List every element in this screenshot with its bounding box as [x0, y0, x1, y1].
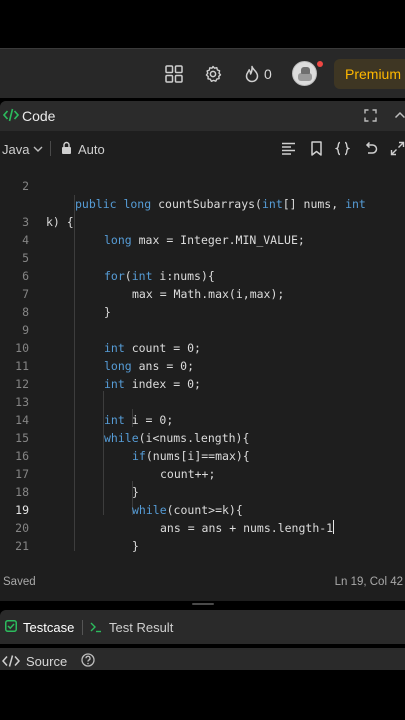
line-number: 22: [0, 555, 29, 557]
code-line: 12: [0, 357, 405, 391]
braces-icon[interactable]: [335, 141, 350, 156]
code-line: 22 }: [0, 537, 405, 555]
code-line: 14 while(i<nums.length){: [0, 393, 405, 445]
tab-testcase[interactable]: Testcase: [23, 620, 74, 635]
gear-icon[interactable]: [204, 65, 222, 83]
checkbox-icon: [5, 620, 17, 632]
code-line: 16 count++;: [0, 429, 405, 481]
code-line: 5 for(int i:nums){: [0, 231, 405, 283]
expand-icon[interactable]: [364, 109, 377, 122]
avatar[interactable]: [292, 61, 317, 86]
format-icon[interactable]: [281, 141, 296, 156]
code-line: 4: [0, 213, 405, 247]
source-label[interactable]: Source: [26, 654, 67, 669]
notification-dot: [317, 61, 323, 67]
toolbar-divider: [50, 141, 51, 156]
code-line: 6 max = Math.max(i,max);: [0, 249, 405, 301]
chevron-down-icon[interactable]: [33, 145, 43, 153]
code-line: 21 }: [0, 519, 405, 553]
avatar-shape-top: [301, 67, 310, 74]
chevron-up-icon[interactable]: [394, 109, 405, 122]
autocomplete-mode[interactable]: Auto: [78, 142, 105, 157]
top-bar: 0 Premium: [0, 48, 405, 98]
code-panel-header: Code: [0, 101, 405, 131]
code-line: 18 while(count>=k){: [0, 465, 405, 517]
code-line: 20 }: [0, 501, 405, 553]
code-line: 10 long ans = 0;: [0, 321, 405, 373]
code-line: 17 }: [0, 447, 405, 499]
code-line: 11 int index = 0;: [0, 339, 405, 391]
code-line: 9 int count = 0;: [0, 303, 405, 355]
streak-count: 0: [264, 66, 272, 82]
tab-test-result[interactable]: Test Result: [109, 620, 173, 635]
code-line: 13 int i = 0;: [0, 375, 405, 427]
resize-handle[interactable]: [192, 603, 214, 605]
help-icon[interactable]: [81, 653, 95, 667]
language-select[interactable]: Java: [2, 142, 29, 157]
premium-button[interactable]: Premium: [334, 59, 405, 89]
bookmark-icon[interactable]: [309, 141, 324, 156]
tab-divider: [82, 620, 83, 635]
bottom-tabs: Testcase Test Result: [0, 610, 405, 644]
status-bar: Saved Ln 19, Col 42: [0, 575, 405, 591]
avatar-shape: [298, 73, 312, 81]
terminal-icon: [90, 622, 101, 633]
code-panel-title: Code: [22, 108, 56, 124]
code-line: 3 long max = Integer.MIN_VALUE;: [0, 195, 405, 247]
code-line: 7 }: [0, 267, 405, 319]
code-panel: Code Java Auto 2 public long countSubarr…: [0, 101, 405, 601]
lock-icon: [62, 141, 71, 154]
code-editor[interactable]: 2 public long countSubarrays(int[] nums,…: [0, 159, 405, 557]
undo-icon[interactable]: [363, 141, 378, 156]
code-icon: [3, 108, 19, 122]
source-panel-header: Source: [0, 648, 405, 670]
fire-icon[interactable]: [243, 65, 261, 83]
code-icon: [2, 655, 20, 667]
layout-icon[interactable]: [165, 65, 183, 83]
code-line: 2 public long countSubarrays(int[] nums,…: [0, 159, 405, 211]
save-status: Saved: [3, 576, 36, 588]
fullscreen-icon[interactable]: [390, 141, 405, 156]
code-line-active: 19 ans = ans + nums.length-1: [0, 483, 405, 535]
code-line: k) {: [0, 177, 405, 229]
code-text: }: [104, 555, 111, 557]
cursor-position: Ln 19, Col 42: [334, 576, 403, 588]
code-line: 8: [0, 285, 405, 319]
code-line: 15 if(nums[i]==max){: [0, 411, 405, 463]
